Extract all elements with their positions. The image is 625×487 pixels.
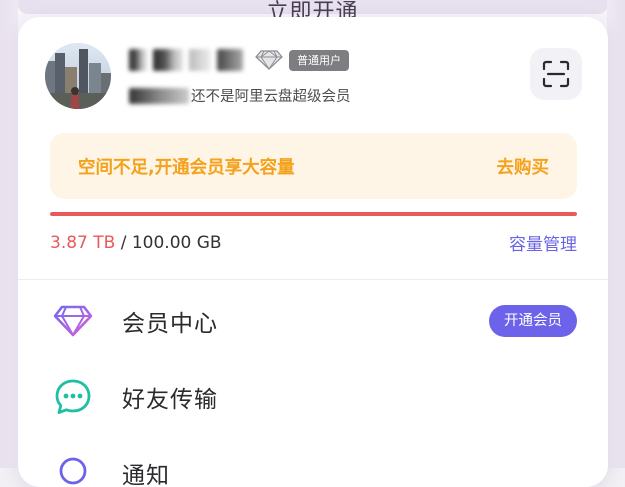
menu-item-label: 通知 <box>122 463 170 487</box>
avatar-photo-icon <box>45 43 111 109</box>
menu-item-friend-transfer[interactable]: 好友传输 <box>18 359 608 435</box>
storage-warning-banner[interactable]: 空间不足,开通会员享大容量 去购买 <box>50 133 577 199</box>
menu-item-label: 会员中心 <box>122 311 218 337</box>
member-diamond-icon <box>255 49 283 71</box>
menu-item-member-center[interactable]: 会员中心 开通会员 <box>18 283 608 359</box>
membership-badge: 普通用户 <box>289 49 349 71</box>
storage-separator: / <box>115 232 132 253</box>
section-divider <box>18 279 608 280</box>
banner-message: 空间不足,开通会员享大容量 <box>78 157 295 178</box>
redacted-name-part <box>129 49 147 71</box>
diamond-icon <box>52 300 94 342</box>
storage-progress-fill <box>50 212 577 216</box>
membership-status-text: 还不是阿里云盘超级会员 <box>191 89 351 105</box>
redacted-name-part <box>217 49 243 71</box>
menu-item-label: 好友传输 <box>122 387 218 413</box>
scan-icon <box>542 60 570 88</box>
redacted-name-part <box>189 49 211 71</box>
buy-link[interactable]: 去购买 <box>497 154 550 179</box>
storage-usage: 3.87 TB / 100.00 GB <box>50 233 222 253</box>
redacted-subtitle-part <box>129 87 189 104</box>
storage-progress-bar <box>50 212 577 216</box>
background-edge-right <box>607 0 625 468</box>
storage-used-value: 3.87 TB <box>50 232 116 253</box>
avatar[interactable] <box>45 43 111 109</box>
chat-bubble-icon <box>52 376 94 418</box>
scan-button[interactable] <box>530 48 582 100</box>
menu-item-notifications[interactable]: 通知 <box>18 435 608 487</box>
membership-status: 还不是阿里云盘超级会员 <box>129 85 351 106</box>
storage-info-row: 3.87 TB / 100.00 GB 容量管理 <box>50 230 577 256</box>
redacted-name-part <box>153 49 183 71</box>
storage-total-value: 100.00 GB <box>131 232 222 253</box>
user-name-row: 普通用户 <box>129 44 349 76</box>
storage-manage-link[interactable]: 容量管理 <box>509 230 577 255</box>
account-sheet: 普通用户 还不是阿里云盘超级会员 空间不足,开通会员享大容量 去购买 3.87 … <box>18 17 608 487</box>
bell-icon <box>52 452 94 487</box>
background-edge-left <box>0 0 18 468</box>
open-membership-button[interactable]: 开通会员 <box>489 305 577 337</box>
